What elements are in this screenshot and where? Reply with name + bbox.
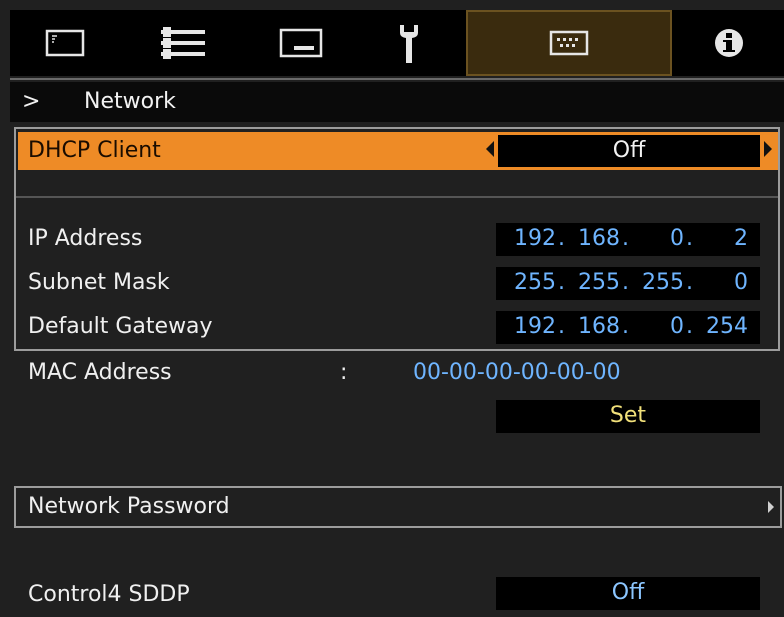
dhcp-client-label: DHCP Client	[28, 138, 161, 163]
ip-address-field[interactable]: 192 . 168 . 0 . 2	[496, 223, 760, 256]
ip-octet-4: 2	[734, 226, 748, 251]
breadcrumb-marker: >	[22, 89, 41, 114]
ip-dot: .	[686, 314, 693, 339]
tab-network[interactable]	[466, 10, 672, 76]
network-password-row[interactable]: Network Password	[14, 486, 782, 528]
set-button-label: Set	[609, 403, 647, 428]
default-gateway-field[interactable]: 192 . 168 . 0 . 254	[496, 311, 760, 344]
picture-icon	[45, 28, 85, 58]
network-keyboard-icon	[549, 30, 589, 56]
tab-divider	[10, 78, 784, 80]
subnet-octet-4: 0	[734, 270, 748, 295]
subnet-mask-field[interactable]: 255 . 255 . 255 . 0	[496, 267, 760, 300]
tab-adjust[interactable]	[128, 10, 238, 76]
set-button[interactable]: Set	[496, 400, 760, 433]
ip-dot: .	[558, 314, 565, 339]
tab-setup[interactable]	[354, 10, 464, 76]
mac-address-label: MAC Address	[28, 360, 172, 385]
ip-dot: .	[558, 270, 565, 295]
breadcrumb: > Network	[10, 82, 784, 122]
submenu-arrow-icon	[768, 501, 774, 513]
ip-dot: .	[622, 226, 629, 251]
tab-info[interactable]	[674, 10, 784, 76]
ip-octet-2: 168	[578, 226, 620, 251]
ip-address-label: IP Address	[28, 226, 143, 251]
subnet-octet-1: 255	[514, 270, 556, 295]
page-title: Network	[84, 89, 176, 114]
network-password-label: Network Password	[28, 494, 230, 519]
ip-octet-1: 192	[514, 226, 556, 251]
control4-sddp-value-box[interactable]: Off	[496, 577, 760, 610]
tab-picture[interactable]	[10, 10, 120, 76]
mac-address-colon: :	[340, 360, 348, 385]
ip-dot: .	[622, 314, 629, 339]
ip-dot: .	[686, 226, 693, 251]
menu-tab-bar	[10, 10, 784, 76]
network-menu-screen: > Network DHCP Client Off IP Address 192…	[0, 0, 784, 617]
gateway-octet-4: 254	[706, 314, 748, 339]
default-gateway-label: Default Gateway	[28, 314, 213, 339]
ip-dot: .	[686, 270, 693, 295]
subnet-octet-3: 255	[642, 270, 684, 295]
ip-dot: .	[558, 226, 565, 251]
dhcp-client-value-box[interactable]: Off	[498, 135, 760, 167]
group-separator	[16, 196, 778, 198]
subnet-octet-2: 255	[578, 270, 620, 295]
left-arrow-icon[interactable]	[486, 141, 494, 157]
subnet-mask-label: Subnet Mask	[28, 270, 170, 295]
info-icon	[713, 27, 745, 59]
wrench-icon	[394, 21, 424, 65]
dhcp-client-value: Off	[612, 138, 646, 163]
gateway-octet-3: 0	[670, 314, 684, 339]
control4-sddp-label: Control4 SDDP	[28, 582, 190, 607]
gateway-octet-2: 168	[578, 314, 620, 339]
sliders-icon	[159, 26, 207, 60]
mac-address-value: 00-00-00-00-00-00	[413, 360, 621, 385]
right-arrow-icon[interactable]	[764, 141, 772, 157]
dhcp-client-row[interactable]: DHCP Client Off	[18, 132, 778, 170]
ip-octet-3: 0	[670, 226, 684, 251]
gateway-octet-1: 192	[514, 314, 556, 339]
tab-display[interactable]	[246, 10, 356, 76]
display-icon	[279, 28, 323, 58]
ip-dot: .	[622, 270, 629, 295]
control4-sddp-value: Off	[611, 580, 645, 605]
